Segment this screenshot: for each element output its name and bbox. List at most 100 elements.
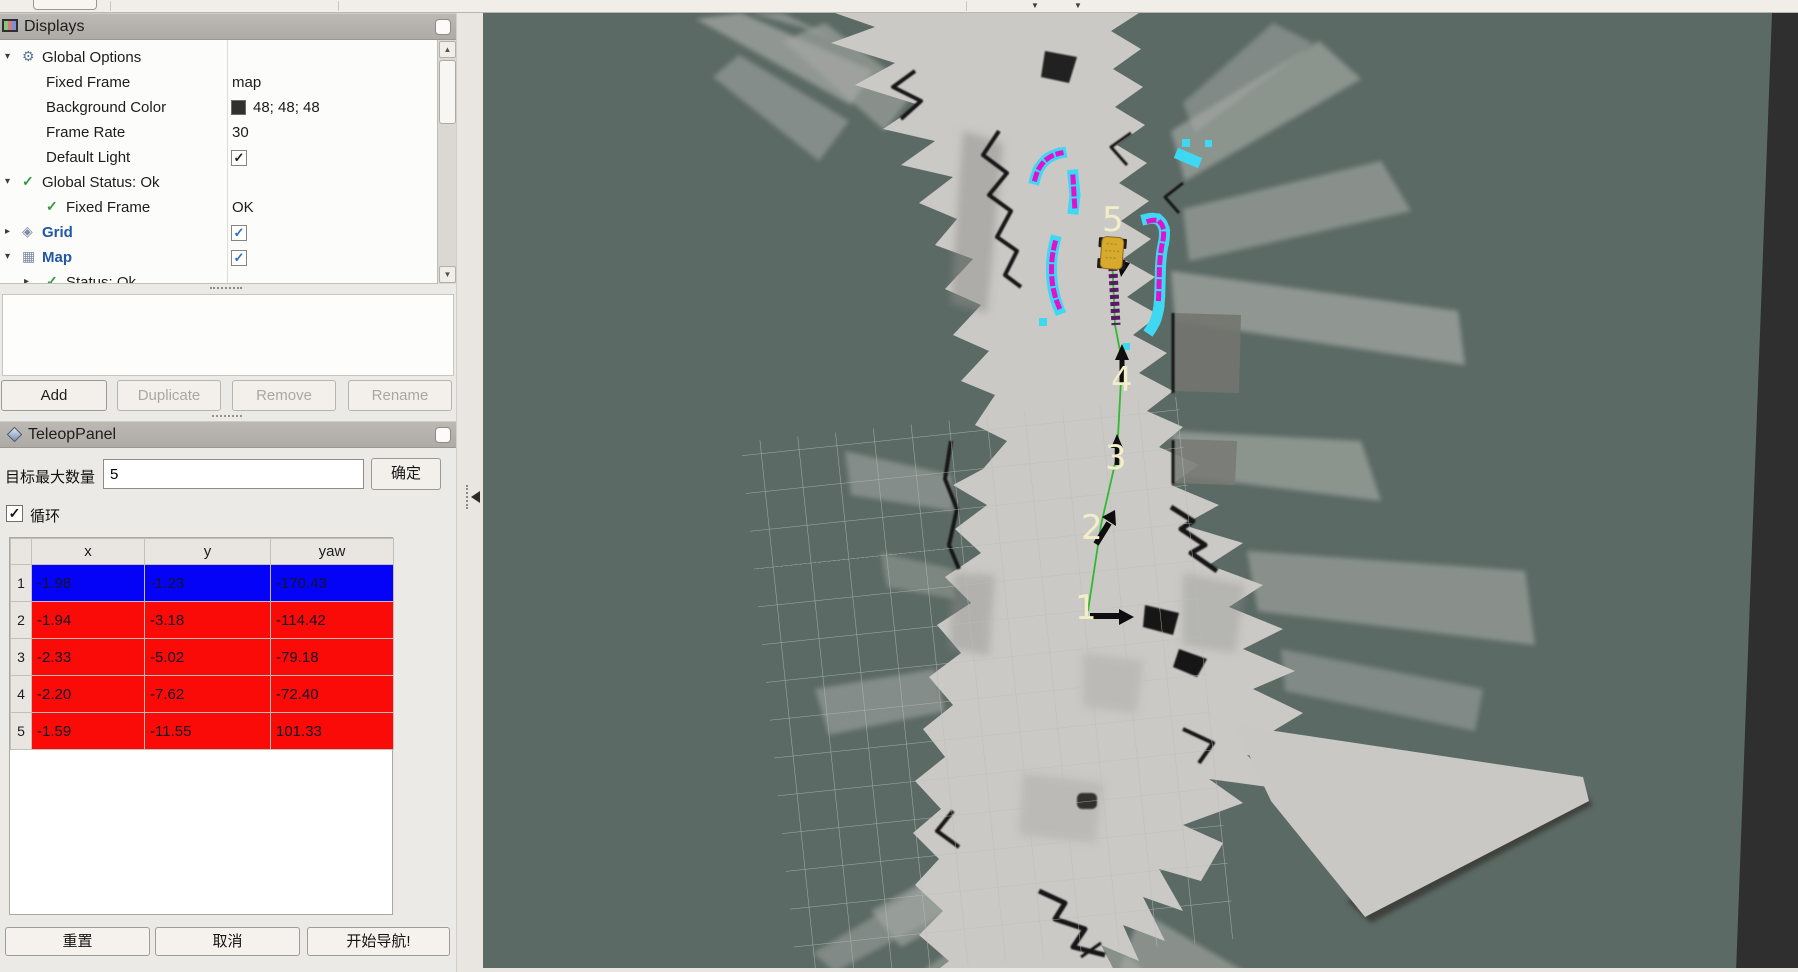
col-header-x[interactable]: x — [32, 539, 145, 565]
max-goal-label: 目标最大数量 — [5, 466, 95, 487]
checkbox-checked[interactable]: ✓ — [231, 250, 247, 266]
scrollbar-thumb[interactable] — [439, 60, 456, 124]
panel-view-splitter[interactable] — [456, 13, 483, 972]
waypoint-label-1: 1 — [1075, 588, 1097, 628]
row-value[interactable]: 30 — [232, 124, 249, 141]
cell-yaw[interactable]: -79.18 — [271, 639, 394, 676]
tree-scrollbar[interactable]: ▲ ▼ — [437, 40, 456, 284]
tree-row-grid[interactable]: ▸ ◈ Grid ✓ — [0, 221, 437, 246]
cell-yaw[interactable]: 101.33 — [271, 713, 394, 750]
cancel-button[interactable]: 取消 — [155, 927, 300, 956]
cell-x[interactable]: -2.20 — [32, 676, 145, 713]
check-icon: ✓ — [46, 198, 58, 215]
reset-button[interactable]: 重置 — [5, 927, 150, 956]
displays-panel-title: Displays — [24, 18, 84, 36]
row-header[interactable]: 5 — [11, 713, 32, 750]
tree-row-map-status-partial[interactable]: ▸ ✓ Status: Ok — [0, 271, 437, 284]
row-header[interactable]: 3 — [11, 639, 32, 676]
cell-x[interactable]: -1.59 — [32, 713, 145, 750]
panel-float-button[interactable] — [435, 19, 451, 35]
cell-x[interactable]: -1.98 — [32, 565, 145, 602]
collapse-left-icon[interactable] — [471, 491, 480, 503]
cell-y[interactable]: -5.02 — [145, 639, 271, 676]
tree-row-frame-rate[interactable]: Frame Rate 30 — [0, 121, 437, 146]
rename-button: Rename — [348, 380, 452, 411]
cell-yaw[interactable]: -170.43 — [271, 565, 394, 602]
dropdown-arrow-icon[interactable]: ▼ — [1074, 0, 1082, 12]
cell-y[interactable]: -3.18 — [145, 602, 271, 639]
cell-x[interactable]: -2.33 — [32, 639, 145, 676]
loop-label: 循环 — [30, 505, 60, 526]
checkbox-checked[interactable]: ✓ — [231, 150, 247, 166]
tree-row-global-status[interactable]: ▾ ✓ Global Status: Ok — [0, 171, 437, 196]
col-header-y[interactable]: y — [145, 539, 271, 565]
check-icon: ✓ — [22, 173, 34, 190]
row-label: Frame Rate — [46, 124, 125, 141]
cell-yaw[interactable]: -72.40 — [271, 676, 394, 713]
tree-row-background-color[interactable]: Background Color 48; 48; 48 — [0, 96, 437, 121]
row-label: Status: Ok — [66, 274, 136, 284]
col-header-yaw[interactable]: yaw — [271, 539, 394, 565]
displays-tree: ▾ ⚙ Global Options Fixed Frame map Backg… — [0, 40, 456, 284]
render-view[interactable]: 1 2 3 4 5 — [483, 13, 1798, 972]
horizontal-splitter-handle[interactable] — [210, 287, 242, 290]
row-label: Fixed Frame — [46, 74, 130, 91]
waypoint-label-3: 3 — [1105, 438, 1127, 478]
scroll-up-icon[interactable]: ▲ — [439, 41, 456, 58]
color-swatch[interactable] — [231, 100, 246, 115]
tree-row-fixed-frame[interactable]: Fixed Frame map — [0, 71, 437, 96]
confirm-button[interactable]: 确定 — [371, 458, 441, 490]
table-row[interactable]: 2 -1.94 -3.18 -114.42 — [11, 602, 394, 639]
displays-panel-titlebar[interactable]: Displays — [0, 13, 456, 40]
row-label: Grid — [42, 224, 73, 241]
toolbar-tool-button[interactable] — [33, 0, 97, 10]
add-button[interactable]: Add — [1, 380, 107, 411]
row-value[interactable]: map — [232, 74, 261, 91]
toolbar-separator — [110, 1, 111, 11]
row-header[interactable]: 4 — [11, 676, 32, 713]
cell-yaw[interactable]: -114.42 — [271, 602, 394, 639]
panel-float-button[interactable] — [435, 427, 451, 443]
tree-row-global-options[interactable]: ▾ ⚙ Global Options — [0, 46, 437, 71]
checkbox-checked[interactable]: ✓ — [231, 225, 247, 241]
expander-open-icon[interactable]: ▾ — [5, 51, 10, 62]
cell-y[interactable]: -11.55 — [145, 713, 271, 750]
scroll-down-icon[interactable]: ▼ — [439, 266, 456, 283]
tree-row-fixed-frame-status[interactable]: ✓ Fixed Frame OK — [0, 196, 437, 221]
table-row[interactable]: 3 -2.33 -5.02 -79.18 — [11, 639, 394, 676]
max-goal-input[interactable] — [103, 459, 364, 489]
dropdown-arrow-icon[interactable]: ▼ — [1031, 0, 1039, 12]
gear-icon: ⚙ — [22, 48, 35, 65]
loop-checkbox[interactable]: ✓ — [6, 505, 23, 522]
row-label: Global Options — [42, 49, 141, 66]
waypoint-label-4: 4 — [1111, 360, 1133, 400]
row-header[interactable]: 2 — [11, 602, 32, 639]
cell-y[interactable]: -1.23 — [145, 565, 271, 602]
teleop-panel-icon — [7, 427, 23, 443]
tree-row-default-light[interactable]: Default Light ✓ — [0, 146, 437, 171]
waypoint-table: x y yaw 1 -1.98 -1.23 -170.43 2 -1.94 -3… — [10, 538, 394, 750]
row-value[interactable]: 48; 48; 48 — [253, 99, 320, 116]
rviz-window: ▼ ▼ Displays ▾ ⚙ Global Options Fixed Fr… — [0, 0, 1798, 972]
row-label: Map — [42, 249, 72, 266]
displays-panel-icon — [2, 19, 18, 32]
row-label: Fixed Frame — [66, 199, 150, 216]
table-row[interactable]: 1 -1.98 -1.23 -170.43 — [11, 565, 394, 602]
cell-x[interactable]: -1.94 — [32, 602, 145, 639]
expander-open-icon[interactable]: ▾ — [5, 176, 10, 187]
start-navigation-button[interactable]: 开始导航! — [307, 927, 450, 956]
tree-row-map[interactable]: ▾ ▦ Map ✓ — [0, 246, 437, 271]
teleop-panel-titlebar[interactable]: TeleopPanel — [0, 421, 456, 448]
table-row[interactable]: 5 -1.59 -11.55 101.33 — [11, 713, 394, 750]
panel-splitter-handle[interactable] — [212, 415, 242, 418]
row-label: Default Light — [46, 149, 130, 166]
table-row[interactable]: 4 -2.20 -7.62 -72.40 — [11, 676, 394, 713]
expander-closed-icon[interactable]: ▸ — [5, 226, 10, 237]
expander-closed-icon[interactable]: ▸ — [24, 276, 29, 284]
toolbar: ▼ ▼ — [0, 0, 1798, 13]
row-header[interactable]: 1 — [11, 565, 32, 602]
cell-y[interactable]: -7.62 — [145, 676, 271, 713]
row-label: Background Color — [46, 99, 166, 116]
toolbar-separator — [338, 1, 339, 11]
expander-open-icon[interactable]: ▾ — [5, 251, 10, 262]
